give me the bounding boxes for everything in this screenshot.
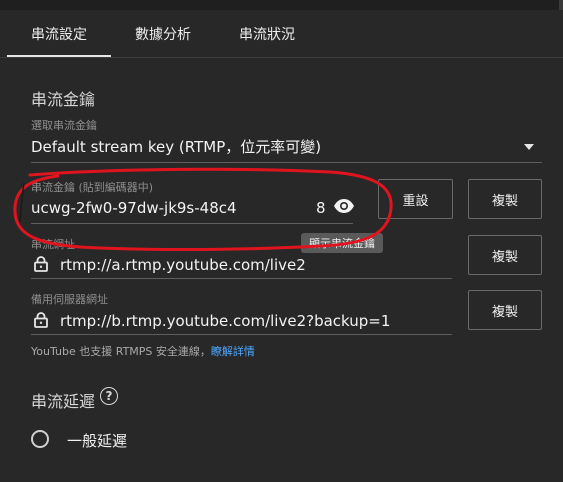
stream-settings-panel: 串流設定 數據分析 串流狀況 串流金鑰 選取串流金鑰 Default strea…: [0, 0, 563, 482]
red-circle-annotation: [13, 167, 393, 252]
red-annotation-overlay: [13, 167, 393, 252]
